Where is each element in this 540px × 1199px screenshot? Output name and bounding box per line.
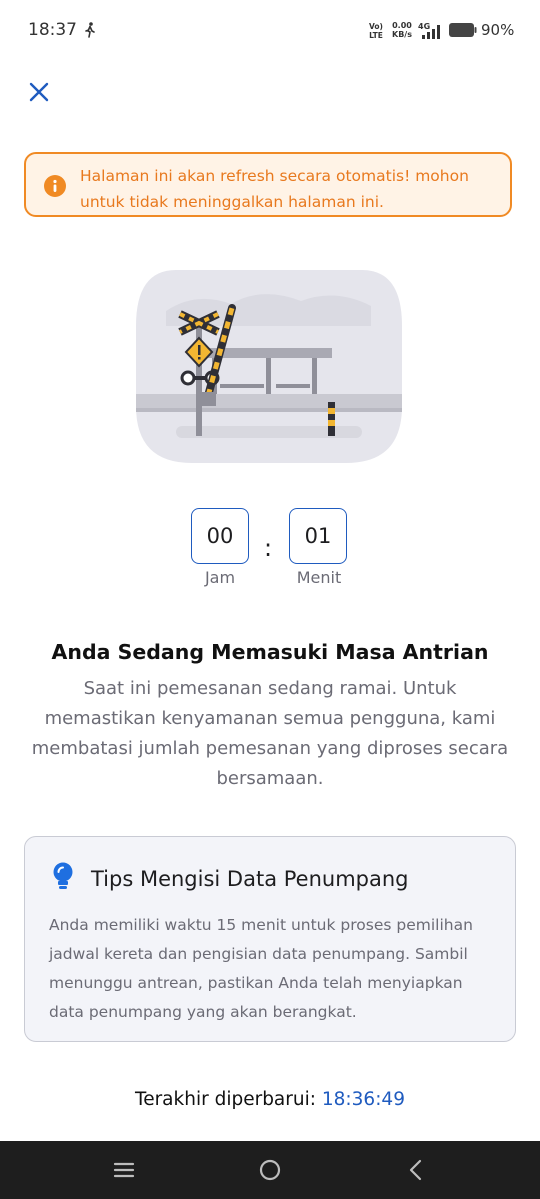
- minutes-display: 01: [289, 508, 347, 564]
- lightbulb-icon: [53, 862, 73, 889]
- svg-text:4G: 4G: [418, 22, 430, 31]
- status-time: 18:37: [28, 20, 77, 40]
- tips-body: Anda memiliki waktu 15 menit untuk prose…: [49, 916, 473, 1021]
- network-speed: 0.00 KB/s: [392, 21, 412, 39]
- volte-indicator: Vo) LTE: [369, 22, 383, 40]
- close-icon[interactable]: [27, 80, 51, 104]
- timer-separator: :: [264, 534, 273, 562]
- last-updated: Terakhir diperbarui: 18:36:49: [0, 1089, 540, 1110]
- queue-title: Anda Sedang Memasuki Masa Antrian: [51, 640, 489, 664]
- minutes-label: Menit: [296, 568, 342, 587]
- hours-label: Jam: [204, 568, 236, 587]
- queue-description: Saat ini pemesanan sedang ramai. Untuk m…: [31, 678, 509, 789]
- back-icon[interactable]: [402, 1156, 430, 1184]
- alert-message: Halaman ini akan refresh secara otomatis…: [80, 167, 469, 211]
- railway-crossing-illustration: [136, 270, 402, 463]
- hours-display: 00: [191, 508, 249, 564]
- system-nav-bar: [0, 1141, 540, 1199]
- battery-icon: [449, 23, 477, 37]
- tips-title: Tips Mengisi Data Penumpang: [91, 867, 409, 891]
- tips-card: Tips Mengisi Data Penumpang Anda memilik…: [24, 836, 516, 1042]
- info-icon: [44, 175, 66, 197]
- auto-refresh-alert: Halaman ini akan refresh secara otomatis…: [24, 152, 512, 217]
- menu-icon[interactable]: [110, 1156, 138, 1184]
- home-icon[interactable]: [256, 1156, 284, 1184]
- last-updated-time: 18:36:49: [321, 1089, 405, 1110]
- last-updated-label: Terakhir diperbarui:: [135, 1089, 316, 1110]
- walking-icon: [85, 22, 95, 38]
- signal-icon: 4G: [418, 22, 440, 39]
- status-bar: 18:37 Vo) LTE 0.00 KB/s 4G 90%: [0, 0, 540, 62]
- battery-percent: 90%: [481, 21, 515, 39]
